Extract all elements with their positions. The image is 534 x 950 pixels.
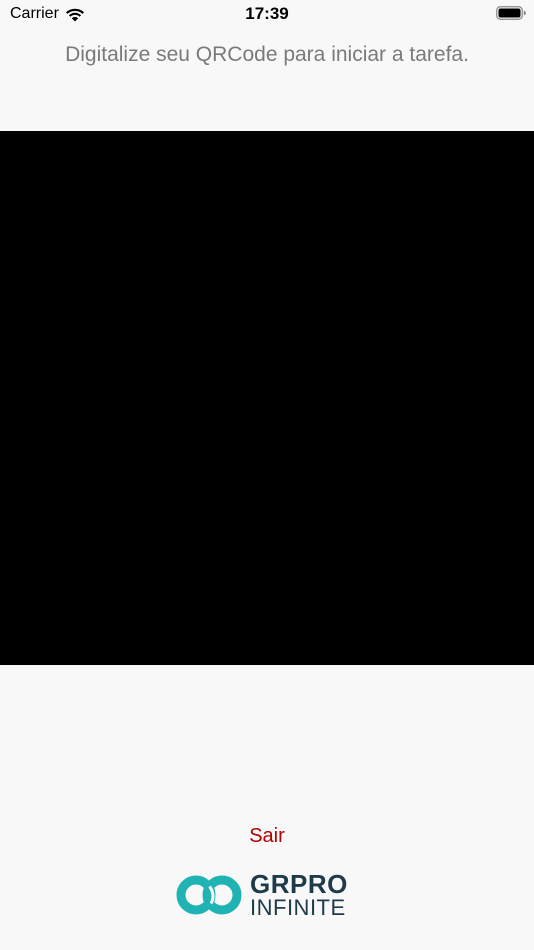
infinity-links-icon bbox=[176, 875, 242, 915]
status-bar: Carrier 17:39 bbox=[0, 0, 534, 28]
grpro-logo: GRPRO INFINITE bbox=[176, 869, 348, 922]
status-time: 17:39 bbox=[245, 4, 289, 23]
logo-text-grpro: GRPRO bbox=[250, 869, 348, 899]
logo-text-infinite: INFINITE bbox=[250, 895, 346, 920]
camera-preview[interactable] bbox=[0, 131, 534, 665]
scan-instruction: Digitalize seu QRCode para iniciar a tar… bbox=[65, 43, 469, 66]
qr-scanner-screen: Carrier 17:39 Digitalize seu QRCode para… bbox=[0, 0, 534, 950]
battery-icon bbox=[496, 6, 526, 20]
exit-button[interactable]: Sair bbox=[217, 822, 317, 850]
